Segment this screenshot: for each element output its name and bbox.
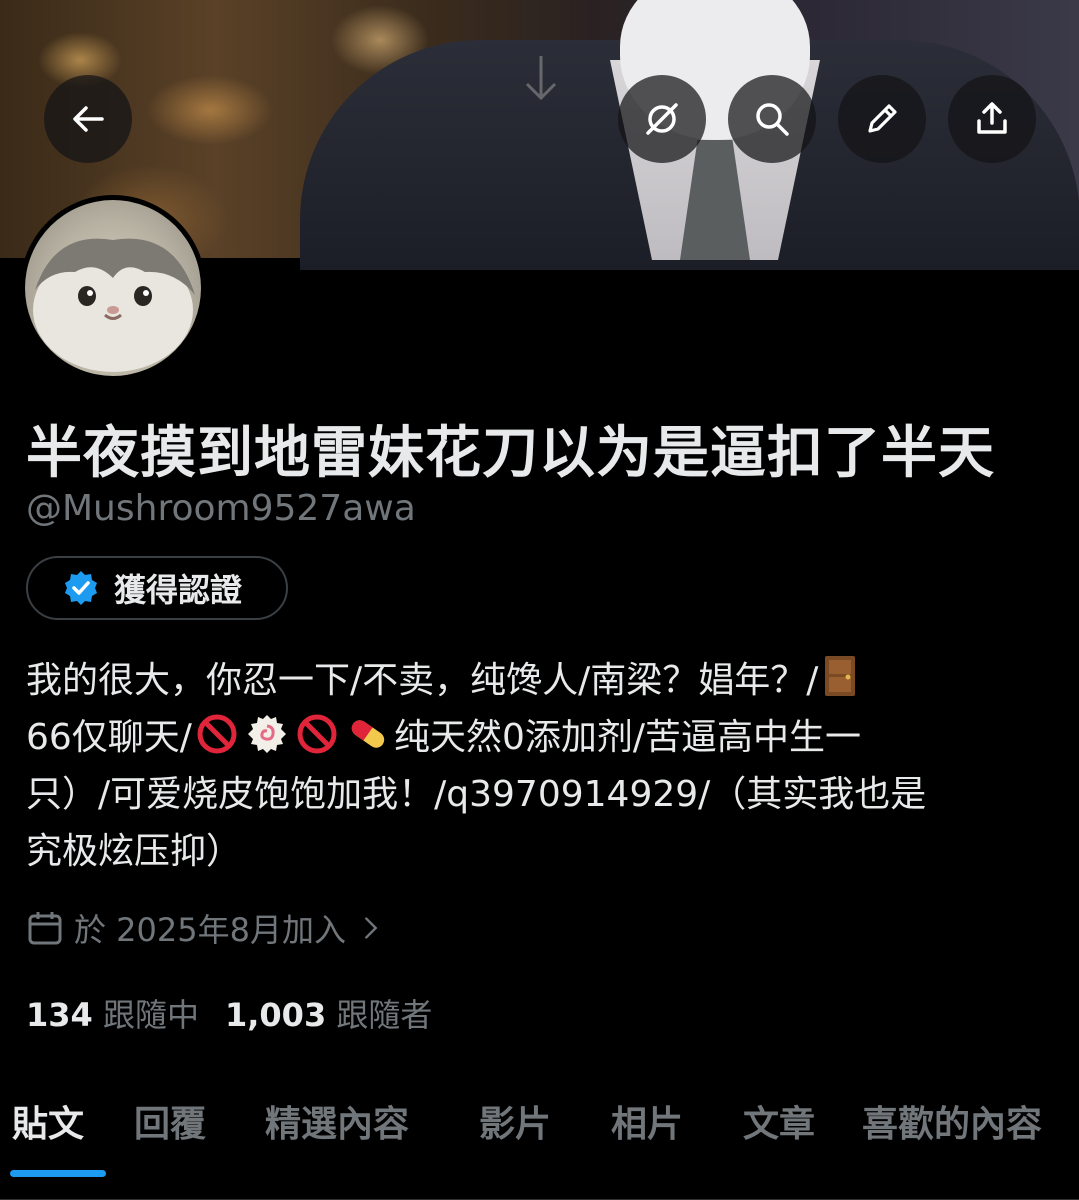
following-count: 134: [26, 996, 93, 1034]
chevron-right-icon: [365, 917, 378, 939]
tab-videos[interactable]: 影片: [479, 1095, 551, 1147]
avatar[interactable]: [20, 195, 206, 381]
bio-line: 我的很大，你忍一下/不卖，纯馋人/南梁？娼年？/: [26, 652, 1056, 709]
eye-off-icon: [646, 103, 678, 135]
bio-text: 我的很大，你忍一下/不卖，纯馋人/南梁？娼年？/: [26, 660, 819, 701]
display-name: 半夜摸到地雷妹花刀以为是逼扣了半天: [26, 421, 995, 486]
active-tab-indicator: [10, 1170, 106, 1177]
bio-line: 只）/可爱烧皮饱饱加我！/q3970914929/（其实我也是: [26, 766, 1056, 823]
following-label: 跟隨中: [102, 996, 199, 1034]
prohibited-emoji-icon: [297, 714, 337, 754]
avatar-cat-image: [33, 238, 195, 372]
pill-emoji-icon: [351, 720, 385, 748]
bio-line: 究极炫压抑）: [26, 823, 1056, 880]
user-handle: @Mushroom9527awa: [26, 488, 416, 529]
bio-text: 只）/可爱烧皮饱饱加我！/q3970914929/（其实我也是: [26, 774, 927, 815]
hide-content-button[interactable]: [618, 75, 706, 163]
back-button[interactable]: [44, 75, 132, 163]
pencil-icon: [868, 104, 897, 133]
profile-tabs: 貼文 回覆 精選內容 影片 相片 文章 喜歡的內容: [0, 1090, 1079, 1200]
followers-label: 跟隨者: [336, 996, 433, 1034]
tab-replies[interactable]: 回覆: [134, 1095, 206, 1147]
followers-count: 1,003: [224, 996, 327, 1034]
search-icon: [756, 103, 789, 136]
tab-posts[interactable]: 貼文: [12, 1095, 84, 1147]
followers-stat[interactable]: 1,003 跟隨者: [225, 990, 432, 1036]
following-stat[interactable]: 134 跟隨中: [26, 990, 199, 1036]
joined-date[interactable]: 於 2025年8月加入: [26, 905, 386, 951]
bio-text: 纯天然0添加剂/苦逼高中生一: [393, 717, 861, 758]
share-icon: [977, 102, 1007, 134]
bio-line: 66仅聊天/ 纯天然0添加剂/苦逼高中生一: [26, 709, 1056, 766]
arrow-left-icon: [73, 106, 104, 132]
bio-text: 究极炫压抑）: [26, 831, 243, 872]
tab-photos[interactable]: 相片: [611, 1095, 683, 1147]
edit-button[interactable]: [838, 75, 926, 163]
tab-articles[interactable]: 文章: [743, 1095, 815, 1147]
get-verified-button[interactable]: 獲得認證: [26, 556, 288, 620]
door-emoji-icon: [825, 656, 856, 696]
calendar-icon: [28, 912, 62, 945]
profile-bio: 我的很大，你忍一下/不卖，纯馋人/南梁？娼年？/ 66仅聊天/ 纯天然0添加剂/…: [26, 652, 1056, 880]
verify-label: 獲得認證: [114, 571, 243, 609]
tab-highlights[interactable]: 精選內容: [265, 1095, 409, 1147]
tab-likes[interactable]: 喜歡的內容: [862, 1095, 1042, 1147]
joined-text: 於 2025年8月加入: [74, 911, 346, 949]
bio-text: 66仅聊天/: [26, 717, 192, 758]
fishcake-emoji-icon: [247, 715, 286, 753]
share-button[interactable]: [948, 75, 1036, 163]
verified-badge-icon: [65, 571, 97, 605]
search-button[interactable]: [728, 75, 816, 163]
prohibited-emoji-icon: [197, 714, 237, 754]
pull-down-arrow-icon: [525, 56, 557, 101]
follow-stats: 134 跟隨中 1,003 跟隨者: [26, 990, 432, 1036]
